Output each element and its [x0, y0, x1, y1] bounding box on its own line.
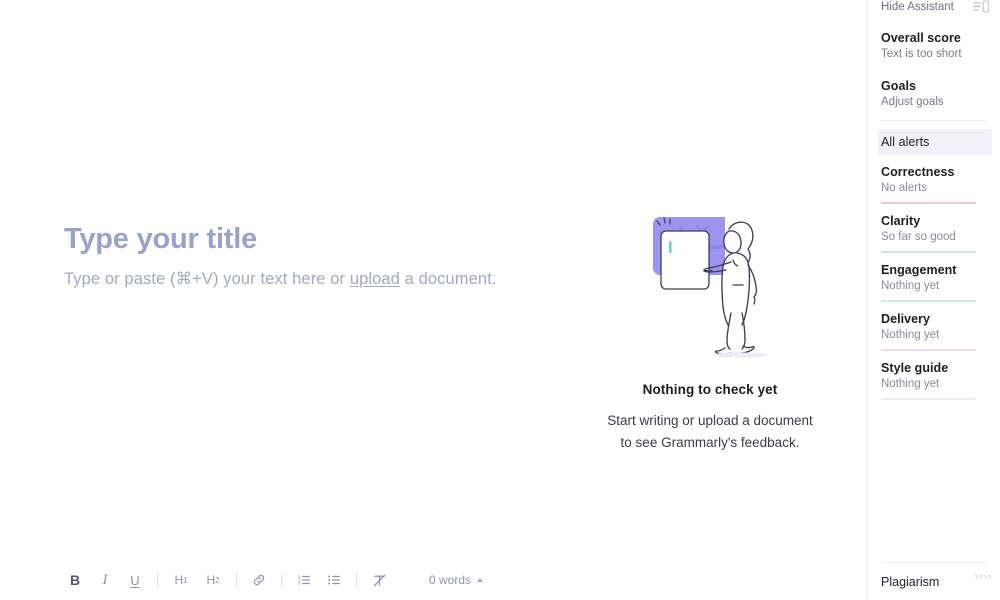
category-clarity[interactable]: Clarity So far so good: [881, 214, 976, 253]
toolbar-divider-3: [281, 572, 282, 588]
empty-state-title: Nothing to check yet: [642, 382, 778, 397]
formatting-toolbar-buttons: B I U H1 H2 1 2 3: [0, 569, 394, 591]
clear-formatting-button[interactable]: [368, 569, 390, 591]
category-style-guide-bar: [881, 398, 976, 400]
link-icon: [253, 574, 265, 586]
link-button[interactable]: [248, 569, 270, 591]
heading-2-label: H: [206, 573, 216, 587]
italic-button[interactable]: I: [94, 569, 116, 591]
empty-state-panel: Nothing to check yet Start writing or up…: [560, 205, 860, 454]
bold-label: B: [69, 572, 81, 588]
toolbar-divider-1: [157, 572, 158, 588]
bullet-list-icon: [328, 575, 340, 585]
word-count-button[interactable]: 0 words: [429, 573, 484, 587]
heading-1-label: H: [174, 573, 184, 587]
empty-state-description: Start writing or upload a document to se…: [560, 410, 860, 454]
assistant-divider-top: [881, 120, 986, 121]
heading-1-sub: 1: [183, 575, 188, 585]
editor-pane: Type your title Type or paste (⌘+V) your…: [0, 0, 867, 600]
category-style-guide[interactable]: Style guide Nothing yet: [881, 361, 976, 400]
svg-text:3: 3: [298, 581, 301, 586]
overall-score-section[interactable]: Overall score Text is too short: [881, 31, 991, 60]
adjust-goals-link[interactable]: Adjust goals: [881, 96, 991, 108]
plagiarism-item[interactable]: Plagiarism ””: [881, 569, 992, 594]
category-style-guide-status: Nothing yet: [881, 378, 940, 390]
category-delivery-name: Delivery: [881, 312, 931, 326]
panel-toggle-icon[interactable]: [973, 0, 989, 14]
ordered-list-button[interactable]: 1 2 3: [293, 569, 315, 591]
woman-pointing-at-document-illustration: [653, 217, 767, 358]
category-clarity-bar: [881, 251, 976, 253]
goals-section[interactable]: Goals Adjust goals: [881, 79, 991, 108]
category-delivery-status: Nothing yet: [881, 329, 940, 341]
toolbar-divider-4: [356, 572, 357, 588]
all-alerts-item[interactable]: All alerts: [878, 129, 992, 155]
heading-2-button[interactable]: H2: [201, 569, 225, 591]
category-engagement[interactable]: Engagement Nothing yet: [881, 263, 976, 302]
empty-state-description-line-1: Start writing or upload a document: [607, 413, 813, 428]
hide-assistant-button[interactable]: Hide Assistant: [881, 1, 954, 13]
goals-heading: Goals: [881, 79, 916, 93]
category-correctness-bar: [881, 202, 976, 204]
category-engagement-status: Nothing yet: [881, 280, 940, 292]
category-engagement-bar: [881, 300, 976, 302]
overall-score-heading: Overall score: [881, 31, 961, 45]
upload-document-link[interactable]: upload: [350, 270, 400, 288]
document-body-placeholder-tail: a document.: [399, 270, 497, 288]
ordered-list-icon: 1 2 3: [298, 574, 310, 586]
chevron-up-icon: [477, 578, 484, 582]
document-body-placeholder-lead: Type or paste (⌘+V) your text here or: [64, 270, 350, 288]
category-clarity-name: Clarity: [881, 214, 921, 228]
all-alerts-label: All alerts: [881, 135, 930, 149]
category-clarity-status: So far so good: [881, 231, 956, 243]
document-title-input[interactable]: Type your title: [64, 223, 257, 256]
clear-formatting-icon: [373, 574, 385, 586]
toolbar-divider-2: [236, 572, 237, 588]
category-delivery[interactable]: Delivery Nothing yet: [881, 312, 976, 351]
grammarly-editor-app: Type your title Type or paste (⌘+V) your…: [0, 0, 1000, 600]
category-engagement-name: Engagement: [881, 263, 957, 277]
category-style-guide-name: Style guide: [881, 361, 949, 375]
category-correctness-name: Correctness: [881, 165, 955, 179]
document-body-input[interactable]: Type or paste (⌘+V) your text here or up…: [64, 269, 497, 289]
assistant-header: Hide Assistant: [868, 0, 1000, 18]
category-correctness-status: No alerts: [881, 182, 928, 194]
assistant-panel: Hide Assistant Overall score Text is too…: [867, 0, 1000, 600]
underline-label: U: [130, 572, 140, 588]
underline-button[interactable]: U: [124, 569, 146, 591]
heading-1-button[interactable]: H1: [169, 569, 193, 591]
plagiarism-label: Plagiarism: [881, 575, 940, 589]
heading-2-sub: 2: [215, 575, 220, 585]
category-delivery-bar: [881, 349, 976, 351]
italic-label: I: [102, 571, 108, 588]
quotation-mark-icon: ””: [973, 569, 992, 594]
formatting-toolbar: B I U H1 H2 1 2 3 0 words: [0, 560, 867, 600]
assistant-divider-bottom: [881, 562, 986, 563]
bold-button[interactable]: B: [64, 569, 86, 591]
empty-state-description-line-2: to see Grammarly's feedback.: [620, 434, 800, 450]
document-area[interactable]: Type your title Type or paste (⌘+V) your…: [0, 0, 867, 560]
bullet-list-button[interactable]: [323, 569, 345, 591]
category-correctness[interactable]: Correctness No alerts: [881, 165, 976, 204]
word-count-label: 0 words: [429, 573, 472, 587]
overall-score-status: Text is too short: [881, 48, 962, 60]
